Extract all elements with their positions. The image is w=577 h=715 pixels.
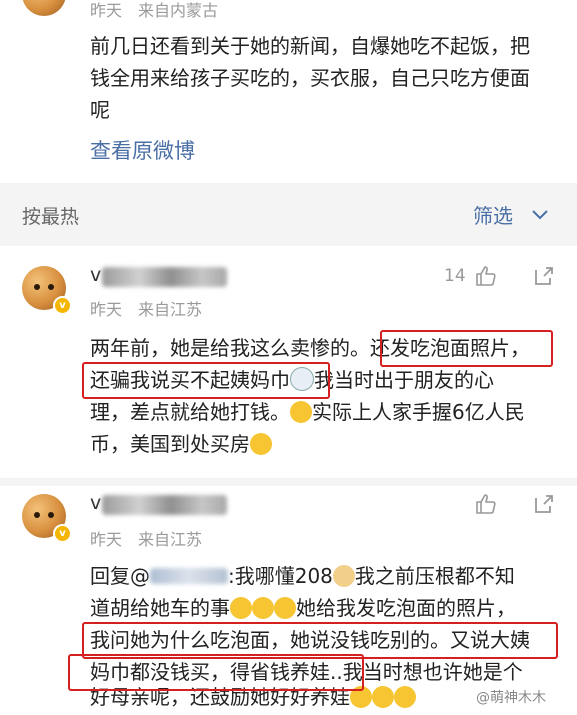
comment-line: 道胡给她车的事 她给我发吃泡面的照片， (90, 592, 516, 624)
sort-bar: 按最热 筛选 (0, 183, 577, 246)
laughing-emoji-icon (372, 686, 394, 708)
comment-location: 来自内蒙古 (138, 1, 219, 20)
divider (0, 478, 577, 486)
laughing-emoji-icon (250, 433, 272, 455)
username-blurred (102, 495, 227, 515)
verified-badge: v (53, 524, 72, 543)
comment-line: 前几日还看到关于她的新闻，自爆她吃不起饭，把 (90, 34, 530, 58)
laughing-emoji-icon (290, 401, 312, 423)
comment-card: v v 14 昨天 来自江苏 两年前，她是给我这么卖惨的。还发吃泡面照片， 还骗… (0, 246, 577, 478)
laughing-emoji-icon (252, 597, 274, 619)
comment-line: 币，美国到处买房 (90, 428, 272, 460)
comment-text: 我当时出于朋友的心 (314, 368, 494, 392)
comment-card: v v 昨天 来自江苏 回复@ :我哪懂208 我之前压根都不知 道胡给她车的事 她给… (0, 486, 577, 715)
mention-blurred[interactable] (150, 568, 228, 584)
avatar[interactable] (22, 0, 66, 16)
view-original-link[interactable]: 查看原微博 (90, 135, 195, 165)
like-icon[interactable] (474, 264, 498, 288)
sort-label[interactable]: 按最热 (22, 202, 79, 229)
laughing-emoji-icon (394, 686, 416, 708)
comment-line: 呢 (90, 98, 110, 122)
highlight-box (380, 330, 553, 367)
filter-label: 筛选 (473, 204, 513, 228)
top-comment: 昨天 来自内蒙古 前几日还看到关于她的新闻，自爆她吃不起饭，把 钱全用来给孩子买… (0, 0, 577, 183)
watermark: @萌神木木 (476, 690, 546, 706)
comment-location: 来自江苏 (138, 530, 203, 549)
comment-text: 她给我发吃泡面的照片， (296, 596, 516, 620)
comment-time: 昨天 (90, 530, 123, 549)
comment-time: 昨天 (90, 300, 123, 319)
filter-button[interactable]: 筛选 (473, 200, 553, 228)
like-count: 14 (444, 266, 466, 286)
comment-text: 实际上人家手握6亿人民 (312, 400, 525, 424)
comment-line: 钱全用来给孩子买吃的，买衣服，自己只吃方便面 (90, 66, 530, 90)
username-prefix: v (90, 492, 102, 514)
chevron-down-icon (532, 210, 548, 220)
highlight-box (82, 362, 330, 399)
username[interactable]: v (90, 492, 230, 518)
comment-time: 昨天 (90, 1, 123, 20)
comment-text: 我之前压根都不知 (354, 564, 515, 588)
laughing-emoji-icon (230, 597, 252, 619)
dog-emoji-icon (332, 565, 355, 587)
comment-text: 道胡给她车的事 (90, 596, 230, 620)
comment-text: 理，差点就给她打钱。 (90, 400, 290, 424)
comment-text: 币，美国到处买房 (90, 432, 250, 456)
like-icon[interactable] (474, 492, 498, 516)
username-blurred (102, 267, 227, 287)
comment-line: 理，差点就给她打钱。 实际上人家手握6亿人民 (90, 396, 525, 428)
username-prefix: v (90, 264, 102, 286)
laughing-emoji-icon (274, 597, 296, 619)
share-icon[interactable] (532, 264, 556, 288)
share-icon[interactable] (532, 492, 556, 516)
verified-badge: v (53, 296, 72, 315)
reply-prefix: 回复@ (90, 564, 150, 588)
username[interactable]: v (90, 264, 230, 290)
comment-line: 回复@ :我哪懂208 我之前压根都不知 (90, 560, 515, 592)
comment-location: 来自江苏 (138, 300, 203, 319)
reply-text: :我哪懂208 (228, 564, 333, 588)
highlight-box (68, 654, 364, 691)
